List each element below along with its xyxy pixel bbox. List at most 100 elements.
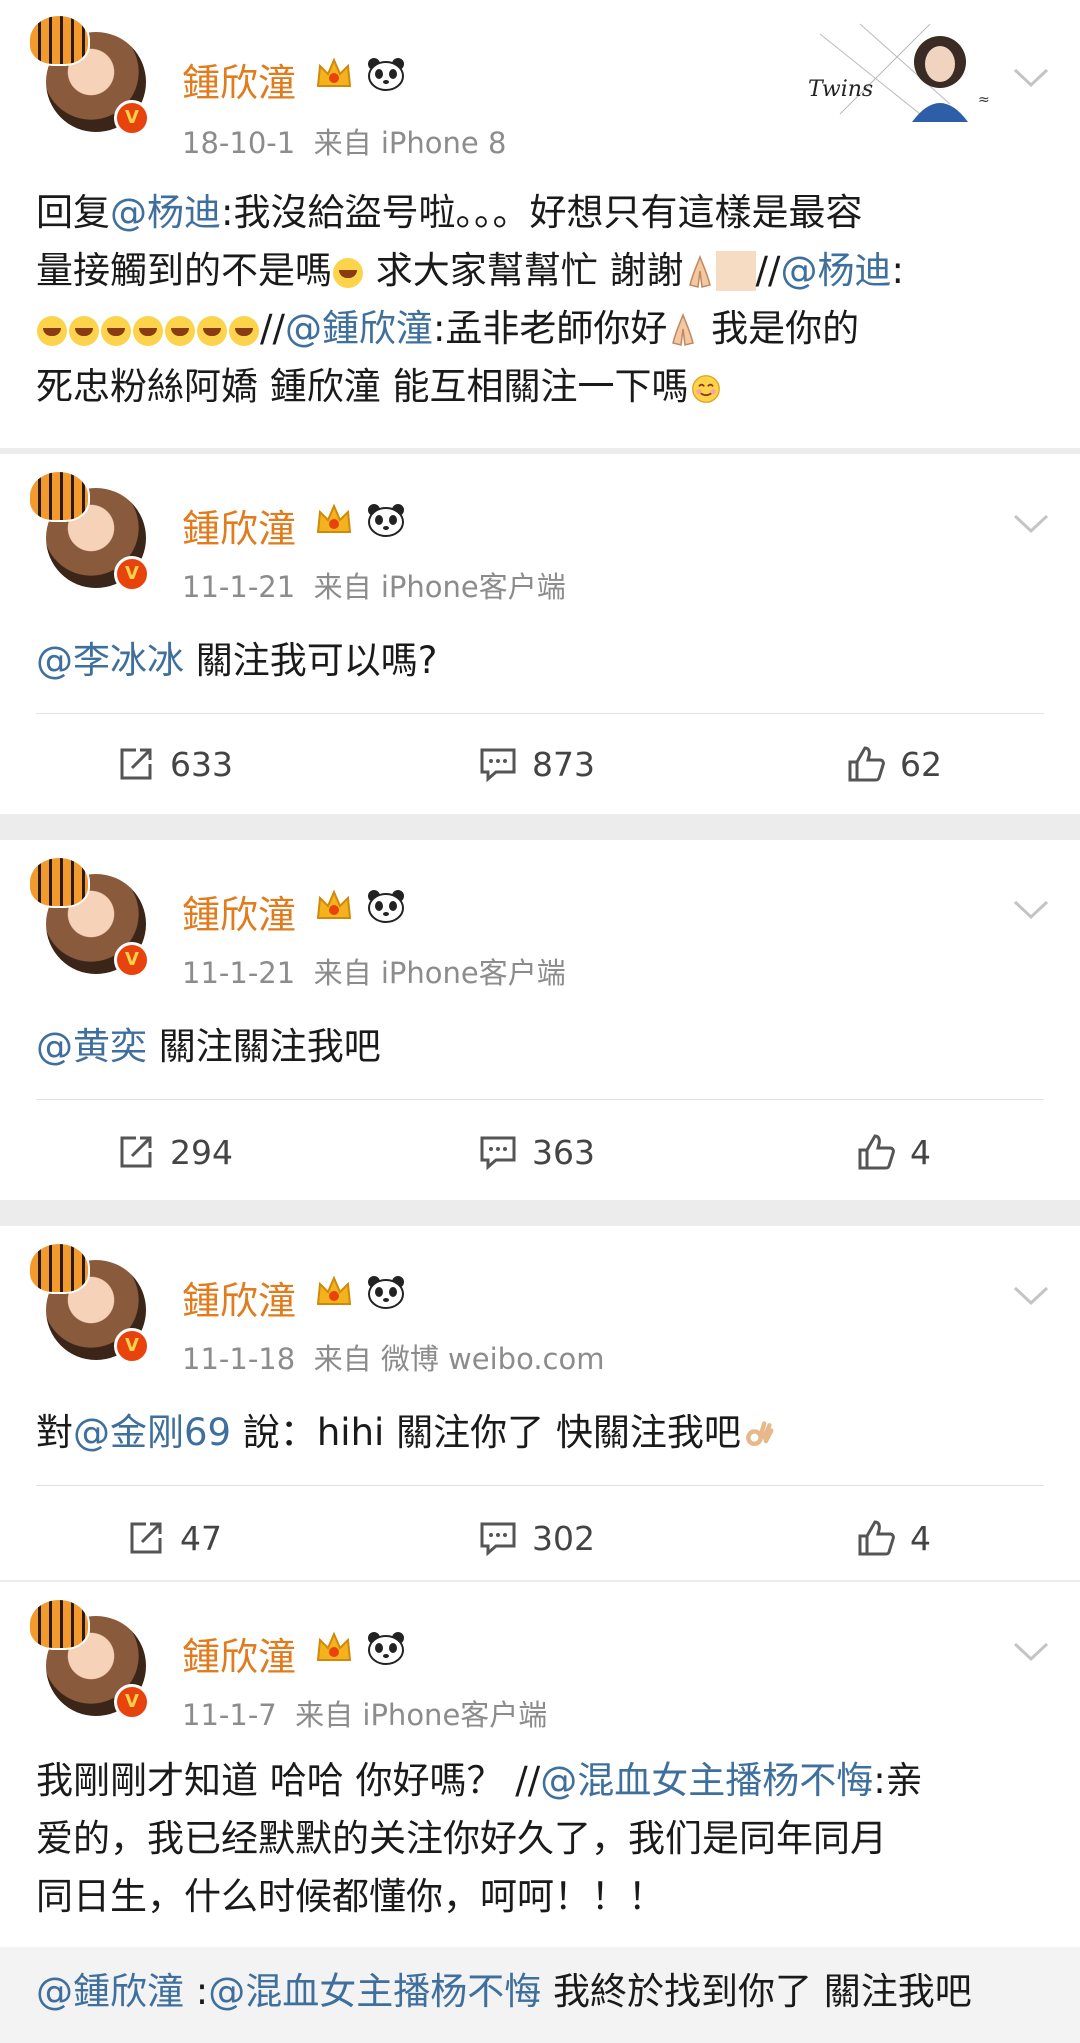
repost-count: 633 xyxy=(170,744,233,784)
mention-link[interactable]: @鍾欣潼 xyxy=(36,1970,184,2013)
post-text: 對@金刚69 說：hihi 關注你了 快關注我吧 xyxy=(36,1404,1046,1462)
post-text-line: 爱的，我已经默默的关注你好久了，我们是同年同月 xyxy=(36,1817,887,1860)
verified-icon: V xyxy=(114,556,150,592)
crown-icon xyxy=(314,56,354,92)
post-source: 来自 iPhone客户端 xyxy=(313,570,566,604)
comment-button[interactable]: 363 xyxy=(478,1122,595,1182)
mention-link[interactable]: @金刚69 xyxy=(73,1411,231,1454)
post-meta: 11-1-21 来自 iPhone客户端 xyxy=(182,950,566,992)
laugh-cry-emoji-icon xyxy=(37,316,67,346)
username[interactable]: 鍾欣潼 xyxy=(182,52,296,107)
avatar[interactable]: V xyxy=(28,14,150,136)
crown-icon xyxy=(314,1630,354,1666)
mention-link[interactable]: @杨迪 xyxy=(110,191,221,234)
chevron-down-icon[interactable] xyxy=(1012,898,1050,922)
post-text-line: 回复@杨迪:我沒給盜号啦。。。好想只有這樣是最容 xyxy=(36,191,863,234)
panda-icon xyxy=(366,56,406,92)
comment-count: 873 xyxy=(532,744,595,784)
repost-button[interactable]: 633 xyxy=(116,734,233,794)
crown-icon xyxy=(314,502,354,538)
chevron-down-icon[interactable] xyxy=(1012,512,1050,536)
repost-button[interactable]: 294 xyxy=(116,1122,233,1182)
svg-text:Twins: Twins xyxy=(808,77,873,102)
comment-button[interactable]: 873 xyxy=(478,734,595,794)
like-button[interactable]: 4 xyxy=(856,1122,931,1182)
divider xyxy=(36,713,1044,714)
verified-icon: V xyxy=(114,942,150,978)
post-card-1: V 鍾欣潼 18-10-1 来自 iPhone 8 Twins ≈ 回复@杨迪:… xyxy=(0,0,1080,448)
post-meta: 18-10-1 来自 iPhone 8 xyxy=(182,120,506,162)
repost-icon xyxy=(116,744,156,784)
panda-icon xyxy=(366,1274,406,1310)
svg-text:≈: ≈ xyxy=(978,92,990,108)
mention-link[interactable]: @李冰冰 xyxy=(36,639,184,682)
like-button[interactable]: 4 xyxy=(856,1508,931,1568)
mention-link[interactable]: @鍾欣潼 xyxy=(285,307,433,350)
laugh-cry-emoji-icon xyxy=(69,316,99,346)
post-card-4: V 鍾欣潼 11-1-18 来自 微博 weibo.com 對@金刚69 說：h… xyxy=(0,1226,1080,1580)
post-source: 来自 iPhone客户端 xyxy=(313,956,566,990)
laugh-cry-emoji-icon xyxy=(101,316,131,346)
username[interactable]: 鍾欣潼 xyxy=(182,498,296,553)
mention-link[interactable]: @混血女主播杨不悔 xyxy=(208,1970,541,2013)
avatar[interactable]: V xyxy=(28,856,150,978)
avatar[interactable]: V xyxy=(28,470,150,592)
username[interactable]: 鍾欣潼 xyxy=(182,1626,296,1681)
username[interactable]: 鍾欣潼 xyxy=(182,1270,296,1325)
like-icon xyxy=(846,744,886,784)
post-date: 11-1-21 xyxy=(182,570,296,604)
repost-button[interactable]: 47 xyxy=(126,1508,222,1568)
post-meta: 11-1-7 来自 iPhone客户端 xyxy=(182,1692,547,1734)
repost-count: 47 xyxy=(180,1518,222,1558)
like-icon xyxy=(856,1518,896,1558)
repost-icon xyxy=(126,1518,166,1558)
panda-icon xyxy=(366,1630,406,1666)
avatar[interactable]: V xyxy=(28,1598,150,1720)
post-text-line: //@鍾欣潼:孟非老師你好 我是你的 xyxy=(36,300,1046,358)
mention-link[interactable]: @杨迪 xyxy=(780,249,891,292)
mention-link[interactable]: @混血女主播杨不悔 xyxy=(540,1759,873,1802)
post-date: 11-1-21 xyxy=(182,956,296,990)
smile-emoji-icon xyxy=(689,374,723,404)
like-button[interactable]: 62 xyxy=(846,734,942,794)
divider xyxy=(36,1485,1044,1486)
chevron-down-icon[interactable] xyxy=(1012,1284,1050,1308)
ok-hand-emoji-icon xyxy=(741,1420,775,1450)
action-bar: 47 302 4 xyxy=(0,1508,1080,1568)
post-meta: 11-1-21 来自 iPhone客户端 xyxy=(182,564,566,606)
post-text-line: 量接觸到的不是嗎 求大家幫幫忙 謝謝//@杨迪: xyxy=(36,249,904,292)
post-card-2: V 鍾欣潼 11-1-21 来自 iPhone客户端 @李冰冰 關注我可以嗎? … xyxy=(0,454,1080,814)
laugh-cry-emoji-icon xyxy=(229,316,259,346)
chevron-down-icon[interactable] xyxy=(1012,1640,1050,1664)
skin-tone-emoji-icon xyxy=(715,251,756,291)
post-text-line: 同日生，什么时候都懂你，呵呵！！！ xyxy=(36,1875,665,1918)
mention-link[interactable]: @黄奕 xyxy=(36,1025,147,1068)
crown-icon xyxy=(314,888,354,924)
post-date: 11-1-18 xyxy=(182,1342,296,1376)
comment-icon xyxy=(478,1518,518,1558)
pray-emoji-icon xyxy=(667,313,699,347)
like-count: 4 xyxy=(910,1518,931,1558)
post-card-5: V 鍾欣潼 11-1-7 来自 iPhone客户端 我剛剛才知道 哈哈 你好嗎？… xyxy=(0,1582,1080,2043)
avatar[interactable]: V xyxy=(28,1242,150,1364)
like-count: 62 xyxy=(900,744,942,784)
post-meta: 11-1-18 来自 微博 weibo.com xyxy=(182,1336,604,1378)
comment-icon xyxy=(478,744,518,784)
post-source: 来自 iPhone客户端 xyxy=(295,1698,548,1732)
post-text: 我剛剛才知道 哈哈 你好嗎？ //@混血女主播杨不悔:亲 爱的，我已经默默的关注… xyxy=(36,1752,1046,1926)
comment-icon xyxy=(478,1132,518,1172)
comment-count: 363 xyxy=(532,1132,595,1172)
laugh-cry-emoji-icon xyxy=(197,316,227,346)
verified-icon: V xyxy=(114,100,150,136)
post-text: @黄奕 關注關注我吧 xyxy=(36,1025,381,1068)
laugh-cry-emoji-icon xyxy=(333,258,363,288)
username[interactable]: 鍾欣潼 xyxy=(182,884,296,939)
post-date: 11-1-7 xyxy=(182,1698,277,1732)
tiger-icon xyxy=(28,1598,90,1650)
chevron-down-icon[interactable] xyxy=(1012,66,1050,90)
verified-icon: V xyxy=(114,1328,150,1364)
quoted-post[interactable]: @鍾欣潼 :@混血女主播杨不悔 我終於找到你了 關注我吧 xyxy=(0,1947,1080,2043)
like-count: 4 xyxy=(910,1132,931,1172)
comment-button[interactable]: 302 xyxy=(478,1508,595,1568)
post-text: @李冰冰 關注我可以嗎? xyxy=(36,639,438,682)
